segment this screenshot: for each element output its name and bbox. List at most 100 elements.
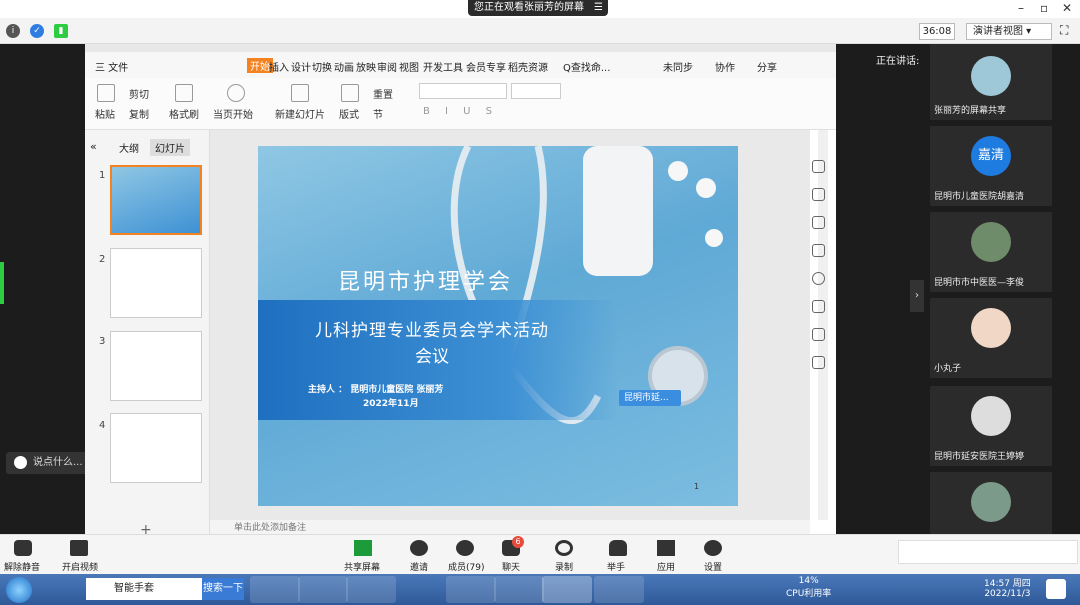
menu-devtools[interactable]: 开发工具 [423, 59, 463, 74]
minimize-icon[interactable]: – [1018, 1, 1024, 15]
menu-icon[interactable]: ☰ [594, 0, 603, 16]
collab-button[interactable]: 协作 [715, 59, 735, 74]
font-family-select[interactable] [419, 83, 507, 99]
notification-icon[interactable] [1046, 579, 1066, 599]
record-icon[interactable] [555, 540, 573, 556]
invite-button[interactable]: 邀请 [410, 560, 428, 573]
menu-resources[interactable]: 稻壳资源 [508, 59, 548, 74]
menu-animation[interactable]: 动画 [334, 59, 354, 74]
wps-writer-app[interactable] [446, 576, 496, 603]
slide-thumb-1[interactable] [110, 165, 202, 235]
expand-panel-icon[interactable]: › [910, 280, 924, 312]
layout-icon[interactable] [341, 84, 359, 102]
menu-member[interactable]: 会员专享 [466, 59, 506, 74]
copy-button[interactable]: 复制 [129, 106, 149, 121]
font-size-select[interactable] [511, 83, 561, 99]
pin-icon[interactable] [812, 216, 825, 229]
menu-file[interactable]: 三 文件 [95, 59, 128, 74]
participant-tile[interactable]: 昆明市市中医医—李俊 [930, 212, 1052, 292]
copy-icon[interactable] [812, 244, 825, 257]
settings-gear-icon[interactable] [704, 540, 722, 556]
format-painter-icon[interactable] [175, 84, 193, 102]
gear-icon[interactable] [812, 328, 825, 341]
invite-icon[interactable] [410, 540, 428, 556]
participant-tile[interactable]: 嘉清 昆明市儿童医院胡嘉清 [930, 126, 1052, 206]
book-icon[interactable] [812, 356, 825, 369]
play-from-current[interactable]: 当页开始 [213, 106, 253, 121]
new-slide-icon[interactable] [291, 84, 309, 102]
section-button[interactable]: 节 [373, 106, 383, 121]
emoji-icon[interactable] [14, 455, 27, 469]
shield-icon[interactable]: ✓ [30, 24, 44, 38]
participant-tile[interactable]: 小丸子 [930, 298, 1052, 378]
search-command[interactable]: Q查找命... [563, 59, 610, 74]
settings-icon[interactable] [812, 188, 825, 201]
rocket-icon[interactable] [812, 160, 825, 173]
paste-icon[interactable] [97, 84, 115, 102]
taskbar-search[interactable]: 智能手套 [86, 578, 202, 600]
excel-app[interactable] [594, 576, 644, 603]
apps-icon[interactable] [657, 540, 675, 556]
video-off-icon[interactable] [70, 540, 88, 556]
reset-button[interactable]: 重置 [373, 86, 393, 101]
record-button[interactable]: 录制 [555, 560, 573, 573]
share-screen-icon[interactable] [354, 540, 372, 556]
new-slide-button[interactable]: 新建幻灯片 [275, 106, 325, 121]
cut-button[interactable]: 剪切 [129, 86, 149, 101]
microphone-muted-icon[interactable] [14, 540, 32, 556]
slide-thumb-3[interactable] [110, 331, 202, 401]
layout-button[interactable]: 版式 [339, 106, 359, 121]
mute-button[interactable]: 解除静音 [4, 560, 40, 573]
ie-app[interactable] [250, 576, 300, 603]
fullscreen-icon[interactable]: ⛶ [1060, 23, 1068, 38]
presenter-view-dropdown[interactable]: 演讲者视图 ▾ [966, 23, 1052, 40]
clock[interactable]: 14:57 周四 2022/11/3 [984, 576, 1031, 599]
chrome-app[interactable] [346, 576, 396, 603]
raise-hand-button[interactable]: 举手 [607, 560, 625, 573]
share-button[interactable]: 分享 [757, 59, 777, 74]
participant-tile[interactable]: 昆明市延安医院王婷婷 [930, 386, 1052, 466]
meeting-app[interactable] [542, 576, 592, 603]
signal-icon[interactable]: ▮ [54, 24, 68, 38]
ime-toolbar[interactable] [898, 540, 1078, 564]
sync-status[interactable]: 未同步 [663, 59, 693, 74]
menu-design[interactable]: 设计 [291, 59, 311, 74]
menu-review[interactable]: 审阅 [377, 59, 397, 74]
settings-button[interactable]: 设置 [704, 560, 722, 573]
play-icon[interactable] [227, 84, 245, 102]
help-icon[interactable] [812, 272, 825, 285]
paste-label[interactable]: 粘贴 [95, 106, 115, 121]
current-slide[interactable]: 昆明市护理学会 儿科护理专业委员会学术活动 会议 主持人 ： 昆明市儿童医院 张… [258, 146, 738, 506]
search-button[interactable]: 搜索一下 [202, 578, 244, 600]
maximize-icon[interactable]: ▫ [1040, 1, 1048, 15]
raise-hand-icon[interactable] [609, 540, 627, 556]
font-style-buttons[interactable]: B I U S [423, 106, 498, 117]
info-icon[interactable]: i [6, 24, 20, 38]
explorer-app[interactable] [298, 576, 348, 603]
share-screen-button[interactable]: 共享屏幕 [344, 560, 380, 573]
start-button[interactable] [6, 577, 32, 603]
video-button[interactable]: 开启视频 [62, 560, 98, 573]
members-button[interactable]: 成员(79) [448, 560, 484, 573]
tab-slides[interactable]: 幻灯片 [150, 139, 190, 156]
image-icon[interactable] [812, 300, 825, 313]
members-icon[interactable] [456, 540, 474, 556]
participant-name: 昆明市延安医院王婷婷 [934, 452, 1025, 462]
slide-thumb-2[interactable] [110, 248, 202, 318]
slide-thumb-4[interactable] [110, 413, 202, 483]
menu-transition[interactable]: 切换 [312, 59, 332, 74]
close-icon[interactable]: ✕ [1062, 1, 1072, 15]
word-app[interactable] [494, 576, 544, 603]
sharing-banner[interactable]: 您正在观看张丽芳的屏幕 ☰ [468, 0, 608, 16]
collapse-panel-icon[interactable]: « [90, 140, 97, 153]
format-painter-label[interactable]: 格式刷 [169, 106, 199, 121]
menu-view[interactable]: 视图 [399, 59, 419, 74]
notes-area[interactable]: 单击此处添加备注 [210, 520, 810, 534]
apps-button[interactable]: 应用 [657, 560, 675, 573]
tab-outline[interactable]: 大纲 [114, 139, 144, 156]
menu-insert[interactable]: 插入 [269, 59, 289, 74]
menu-slideshow[interactable]: 放映 [356, 59, 376, 74]
chat-button[interactable]: 聊天 [502, 560, 520, 573]
participant-tile[interactable]: 张丽芳的屏幕共享 [930, 44, 1052, 120]
participant-tile[interactable] [930, 472, 1052, 534]
